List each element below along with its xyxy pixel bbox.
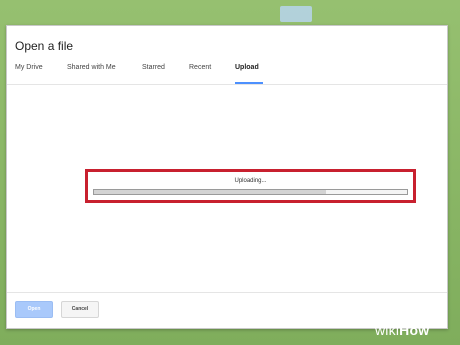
- top-button-ghost: [280, 6, 312, 22]
- tab-recent[interactable]: Recent: [189, 64, 211, 77]
- open-file-dialog: Open a file My Drive Shared with Me Star…: [6, 25, 448, 329]
- wikihow-logo-part1: wiki: [375, 322, 400, 338]
- upload-status-text: Uploading...: [234, 178, 267, 184]
- tab-shared-with-me[interactable]: Shared with Me: [67, 64, 116, 77]
- wikihow-logo-part2: How: [399, 322, 430, 338]
- upload-progress-bar: [93, 189, 408, 195]
- upload-progress-panel: Uploading...: [85, 169, 416, 203]
- tab-bar: My Drive Shared with Me Starred Recent U…: [7, 64, 447, 84]
- tab-my-drive[interactable]: My Drive: [15, 64, 43, 77]
- tab-upload[interactable]: Upload: [235, 64, 259, 77]
- dialog-title: Open a file: [15, 39, 74, 53]
- footer-divider: [7, 292, 447, 293]
- tabs-divider: [7, 84, 447, 85]
- cancel-button[interactable]: Cancel: [61, 301, 99, 318]
- tab-starred[interactable]: Starred: [142, 64, 165, 77]
- open-button[interactable]: Open: [15, 301, 53, 318]
- upload-progress-fill: [94, 190, 326, 194]
- wikihow-logo: wikiHow: [375, 322, 429, 338]
